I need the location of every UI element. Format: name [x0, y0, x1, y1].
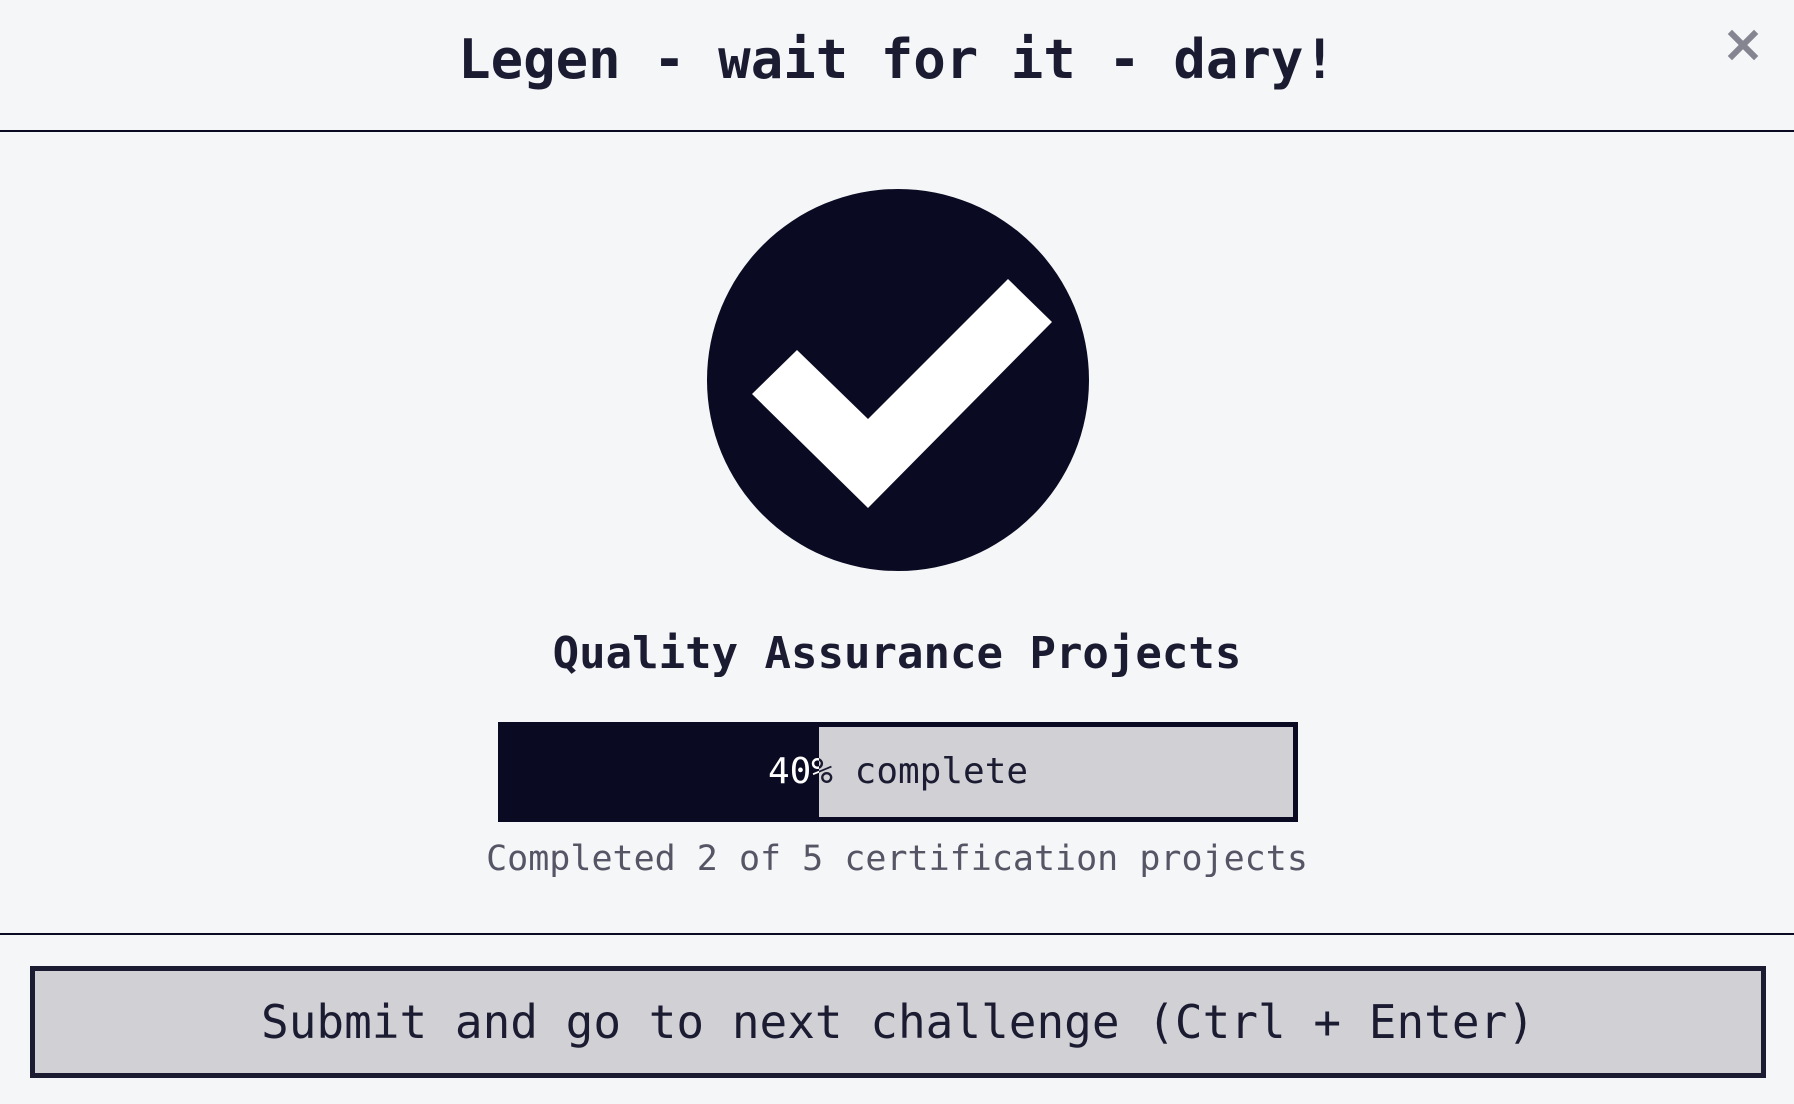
submit-next-button[interactable]: Submit and go to next challenge (Ctrl + …: [30, 966, 1766, 1078]
modal-footer: Submit and go to next challenge (Ctrl + …: [0, 935, 1794, 1104]
check-circle-icon: [707, 189, 1089, 571]
close-icon: [1727, 29, 1759, 61]
progress-summary: Completed 2 of 5 certification projects: [486, 839, 1308, 879]
progress-label-inverted: 40% complete: [767, 751, 819, 792]
completion-modal: Legen - wait for it - dary! Quality Assu…: [0, 0, 1794, 1104]
modal-body: Quality Assurance Projects 40% complete …: [0, 132, 1794, 935]
close-button[interactable]: [1720, 22, 1766, 68]
modal-title: Legen - wait for it - dary!: [458, 28, 1336, 91]
modal-header: Legen - wait for it - dary!: [0, 0, 1794, 132]
progress-bar: 40% complete 40% complete: [498, 722, 1298, 822]
block-title: Quality Assurance Projects: [552, 628, 1242, 679]
progress-label-clip: 40% complete: [503, 727, 819, 817]
